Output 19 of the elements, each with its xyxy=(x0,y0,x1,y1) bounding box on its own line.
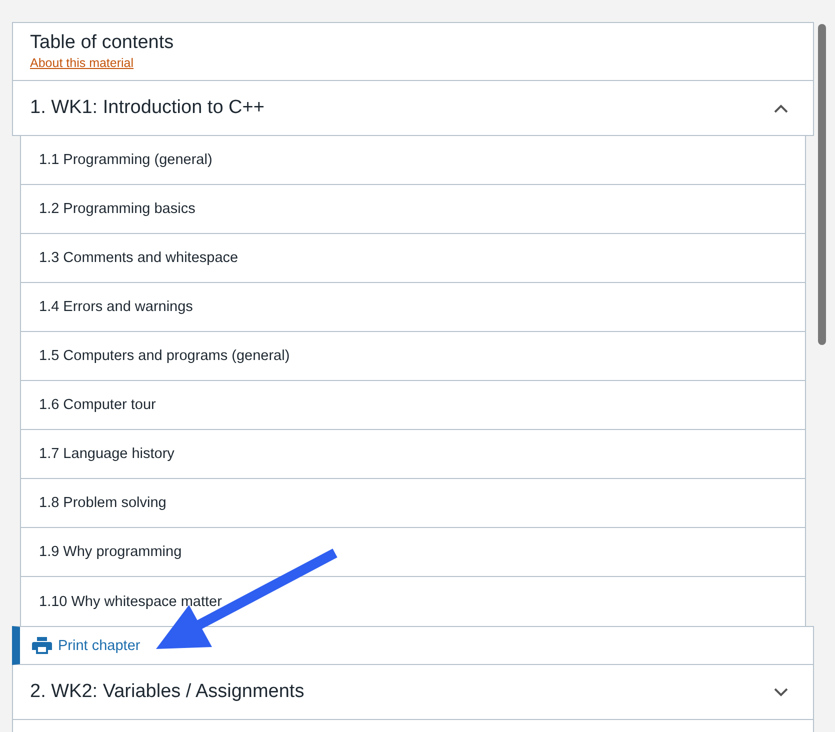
about-link[interactable]: About this material xyxy=(30,55,134,72)
section-link[interactable]: 1.6 Computer tour xyxy=(21,381,805,430)
printer-icon xyxy=(32,637,52,654)
section-link[interactable]: 1.5 Computers and programs (general) xyxy=(21,332,805,381)
chapter-header[interactable]: 1. WK1: Introduction to C++ xyxy=(12,81,814,136)
section-link[interactable]: 1.4 Errors and warnings xyxy=(21,283,805,332)
section-link[interactable]: 1.1 Programming (general) xyxy=(21,136,805,185)
chevron-down-icon xyxy=(774,688,788,696)
section-link[interactable]: 1.2 Programming basics xyxy=(21,185,805,234)
section-link[interactable]: 1.8 Problem solving xyxy=(21,479,805,528)
section-link[interactable]: 1.10 Why whitespace matter xyxy=(21,577,805,626)
print-chapter-button[interactable]: Print chapter xyxy=(12,626,814,665)
scrollbar-thumb[interactable] xyxy=(818,24,826,345)
chevron-up-icon xyxy=(774,104,788,112)
section-link[interactable]: 1.7 Language history xyxy=(21,430,805,479)
chapter-header[interactable]: 2. WK2: Variables / Assignments xyxy=(12,665,814,720)
section-link[interactable]: 1.3 Comments and whitespace xyxy=(21,234,805,283)
toc-title: Table of contents xyxy=(30,31,174,55)
section-link[interactable]: 1.9 Why programming xyxy=(21,528,805,577)
